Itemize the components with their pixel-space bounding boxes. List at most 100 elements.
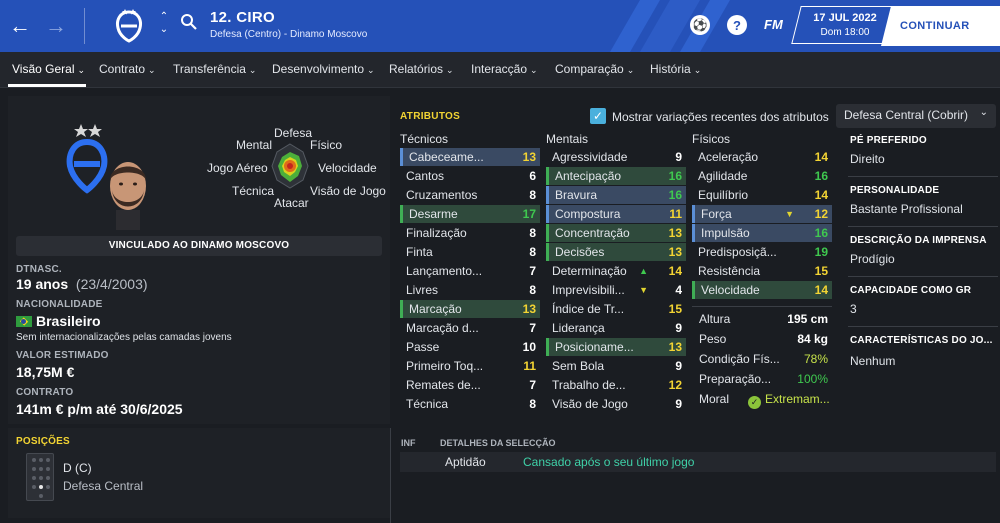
mental-attribute-row[interactable]: Decisões 13 — [546, 243, 686, 261]
mental-attribute-row[interactable]: Visão de Jogo 9 — [546, 395, 686, 413]
attribute-name: Remates de... — [406, 378, 481, 392]
mental-attribute-row[interactable]: Imprevisibili... 4 ▼ — [546, 281, 686, 299]
role-select[interactable]: Defesa Central (Cobrir) ⌄ — [836, 104, 996, 128]
back-button[interactable]: ← — [6, 12, 34, 40]
tab-visao-geral[interactable]: Visão Geral ⌄ — [12, 62, 85, 76]
physical-separator — [692, 306, 832, 307]
radar-label-atacar: Atacar — [274, 196, 309, 210]
value-label: VALOR ESTIMADO — [16, 350, 109, 361]
personality[interactable]: Bastante Profissional — [850, 202, 963, 216]
attribute-value: 11 — [523, 359, 536, 373]
technical-attribute-row[interactable]: Marcação d... 7 — [400, 319, 540, 337]
physical-attribute-row[interactable]: Aceleração 14 — [692, 148, 832, 166]
attribute-name: Velocidade — [701, 283, 760, 297]
club-badge-icon[interactable] — [112, 8, 146, 44]
continue-button[interactable]: CONTINUAR — [900, 20, 970, 32]
tab-relatorios[interactable]: Relatórios ⌄ — [389, 62, 454, 76]
physical-attribute-row[interactable]: Impulsão 16 — [692, 224, 832, 242]
chevron-down-icon: ⌄ — [626, 65, 635, 75]
attribute-name: Primeiro Toq... — [406, 359, 484, 373]
technical-attribute-row[interactable]: Primeiro Toq... 11 — [400, 357, 540, 375]
tab-transferencia[interactable]: Transferência ⌄ — [173, 62, 256, 76]
technical-attribute-row[interactable]: Passe 10 — [400, 338, 540, 356]
attribute-name: Índice de Tr... — [552, 302, 625, 316]
contract-banner[interactable]: VINCULADO AO DINAMO MOSCOVO — [16, 236, 382, 256]
dob-label: DTNASC. — [16, 264, 62, 275]
position-pitch-icon[interactable] — [26, 453, 54, 501]
fm-menu-button[interactable]: FM — [764, 17, 783, 32]
forward-button[interactable]: → — [42, 12, 70, 40]
attribute-value: 17 — [522, 207, 536, 221]
search-icon[interactable] — [180, 13, 198, 31]
traits: Nenhum — [850, 354, 896, 368]
tab-comparacao[interactable]: Comparação ⌄ — [555, 62, 634, 76]
attribute-name: Cabeceame... — [409, 150, 484, 164]
mental-attribute-row[interactable]: Posicioname... 13 — [546, 338, 686, 356]
mental-attribute-row[interactable]: Bravura 16 — [546, 186, 686, 204]
mental-attribute-row[interactable]: Índice de Tr... 15 — [546, 300, 686, 318]
date-label: 17 JUL 2022 — [813, 12, 877, 24]
preferred-foot: Direito — [850, 152, 885, 166]
physical-attribute-row[interactable]: Força 12 ▼ — [692, 205, 832, 223]
attribute-name: Concentração — [555, 226, 630, 240]
technical-attribute-row[interactable]: Técnica 8 — [400, 395, 540, 413]
show-changes-label[interactable]: Mostrar variações recentes dos atributos — [612, 110, 829, 124]
technical-attribute-row[interactable]: Finta 8 — [400, 243, 540, 261]
attribute-value: 16 — [668, 188, 682, 202]
chevron-down-icon: ⌄ — [77, 65, 86, 75]
active-tab-indicator — [8, 84, 86, 87]
technical-attribute-row[interactable]: Finalização 8 — [400, 224, 540, 242]
player-position-club[interactable]: Defesa (Centro) - Dinamo Moscovo — [210, 29, 367, 40]
technical-attribute-row[interactable]: Cruzamentos 8 — [400, 186, 540, 204]
physical-attribute-row[interactable]: Resistência 15 — [692, 262, 832, 280]
show-changes-checkbox[interactable]: ✓ — [590, 108, 606, 124]
attribute-value: 9 — [675, 150, 682, 164]
age: 19 anos — [16, 276, 69, 292]
morale-icon: ✓ — [748, 396, 761, 409]
mental-attribute-row[interactable]: Liderança 9 — [546, 319, 686, 337]
mental-attribute-row[interactable]: Compostura 11 — [546, 205, 686, 223]
attribute-name: Técnica — [406, 397, 449, 411]
physical-attribute-row[interactable]: Predisposiçã... 19 — [692, 243, 832, 261]
attribute-value: 16 — [668, 169, 682, 183]
technical-attribute-row[interactable]: Desarme 17 — [400, 205, 540, 223]
player-name: 12. CIRO — [210, 9, 275, 26]
physical-attribute-row[interactable]: Agilidade 16 — [692, 167, 832, 185]
mental-attribute-row[interactable]: Antecipação 16 — [546, 167, 686, 185]
game-date[interactable]: 17 JUL 2022 Dom 18:00 — [800, 12, 890, 38]
technical-attribute-row[interactable]: Lançamento... 7 — [400, 262, 540, 280]
football-icon[interactable]: ⚽ — [690, 15, 710, 35]
tab-label: Comparação — [555, 62, 624, 76]
mental-attribute-row[interactable]: Concentração 13 — [546, 224, 686, 242]
tab-contrato[interactable]: Contrato ⌄ — [99, 62, 156, 76]
technical-attribute-row[interactable]: Cantos 6 — [400, 167, 540, 185]
attribute-value: 7 — [529, 321, 536, 335]
tab-historia[interactable]: História ⌄ — [650, 62, 701, 76]
technical-attribute-row[interactable]: Cabeceame... 13 — [400, 148, 540, 166]
physical-attribute-row[interactable]: Equilíbrio 14 — [692, 186, 832, 204]
morale-value[interactable]: ✓ Extremam... — [748, 390, 830, 409]
attribute-radar-chart[interactable] — [270, 142, 310, 190]
tab-desenvolvimento[interactable]: Desenvolvimento ⌄ — [272, 62, 375, 76]
mental-attribute-row[interactable]: Trabalho de... 12 — [546, 376, 686, 394]
attribute-value: 9 — [675, 359, 682, 373]
radar-label-visao-de-jogo: Visão de Jogo — [310, 184, 386, 198]
attribute-value: 9 — [675, 397, 682, 411]
mental-attribute-row[interactable]: Agressividade 9 — [546, 148, 686, 166]
mental-attribute-row[interactable]: Sem Bola 9 — [546, 357, 686, 375]
physical-attribute-row[interactable]: Velocidade 14 — [692, 281, 832, 299]
attribute-value: 8 — [529, 245, 536, 259]
help-icon[interactable]: ? — [727, 15, 747, 35]
tab-interaccao[interactable]: Interacção ⌄ — [471, 62, 538, 76]
info-panel: PÉ PREFERIDO Direito PERSONALIDADE Basta… — [840, 130, 1000, 390]
international-note: Sem internacionalizações pelas camadas j… — [16, 332, 232, 343]
chevron-down-icon: ⌄ — [367, 65, 375, 75]
radar-label-fisico: Físico — [310, 138, 343, 152]
nationality-value[interactable]: Brasileiro — [16, 313, 101, 329]
mental-attribute-row[interactable]: Determinação 14 ▲ — [546, 262, 686, 280]
technical-attribute-row[interactable]: Livres 8 — [400, 281, 540, 299]
player-switch-arrows[interactable]: ⌃ ⌄ — [157, 10, 171, 36]
technical-attribute-row[interactable]: Marcação 13 — [400, 300, 540, 318]
technical-attribute-row[interactable]: Remates de... 7 — [400, 376, 540, 394]
attribute-value: 13 — [668, 340, 682, 354]
